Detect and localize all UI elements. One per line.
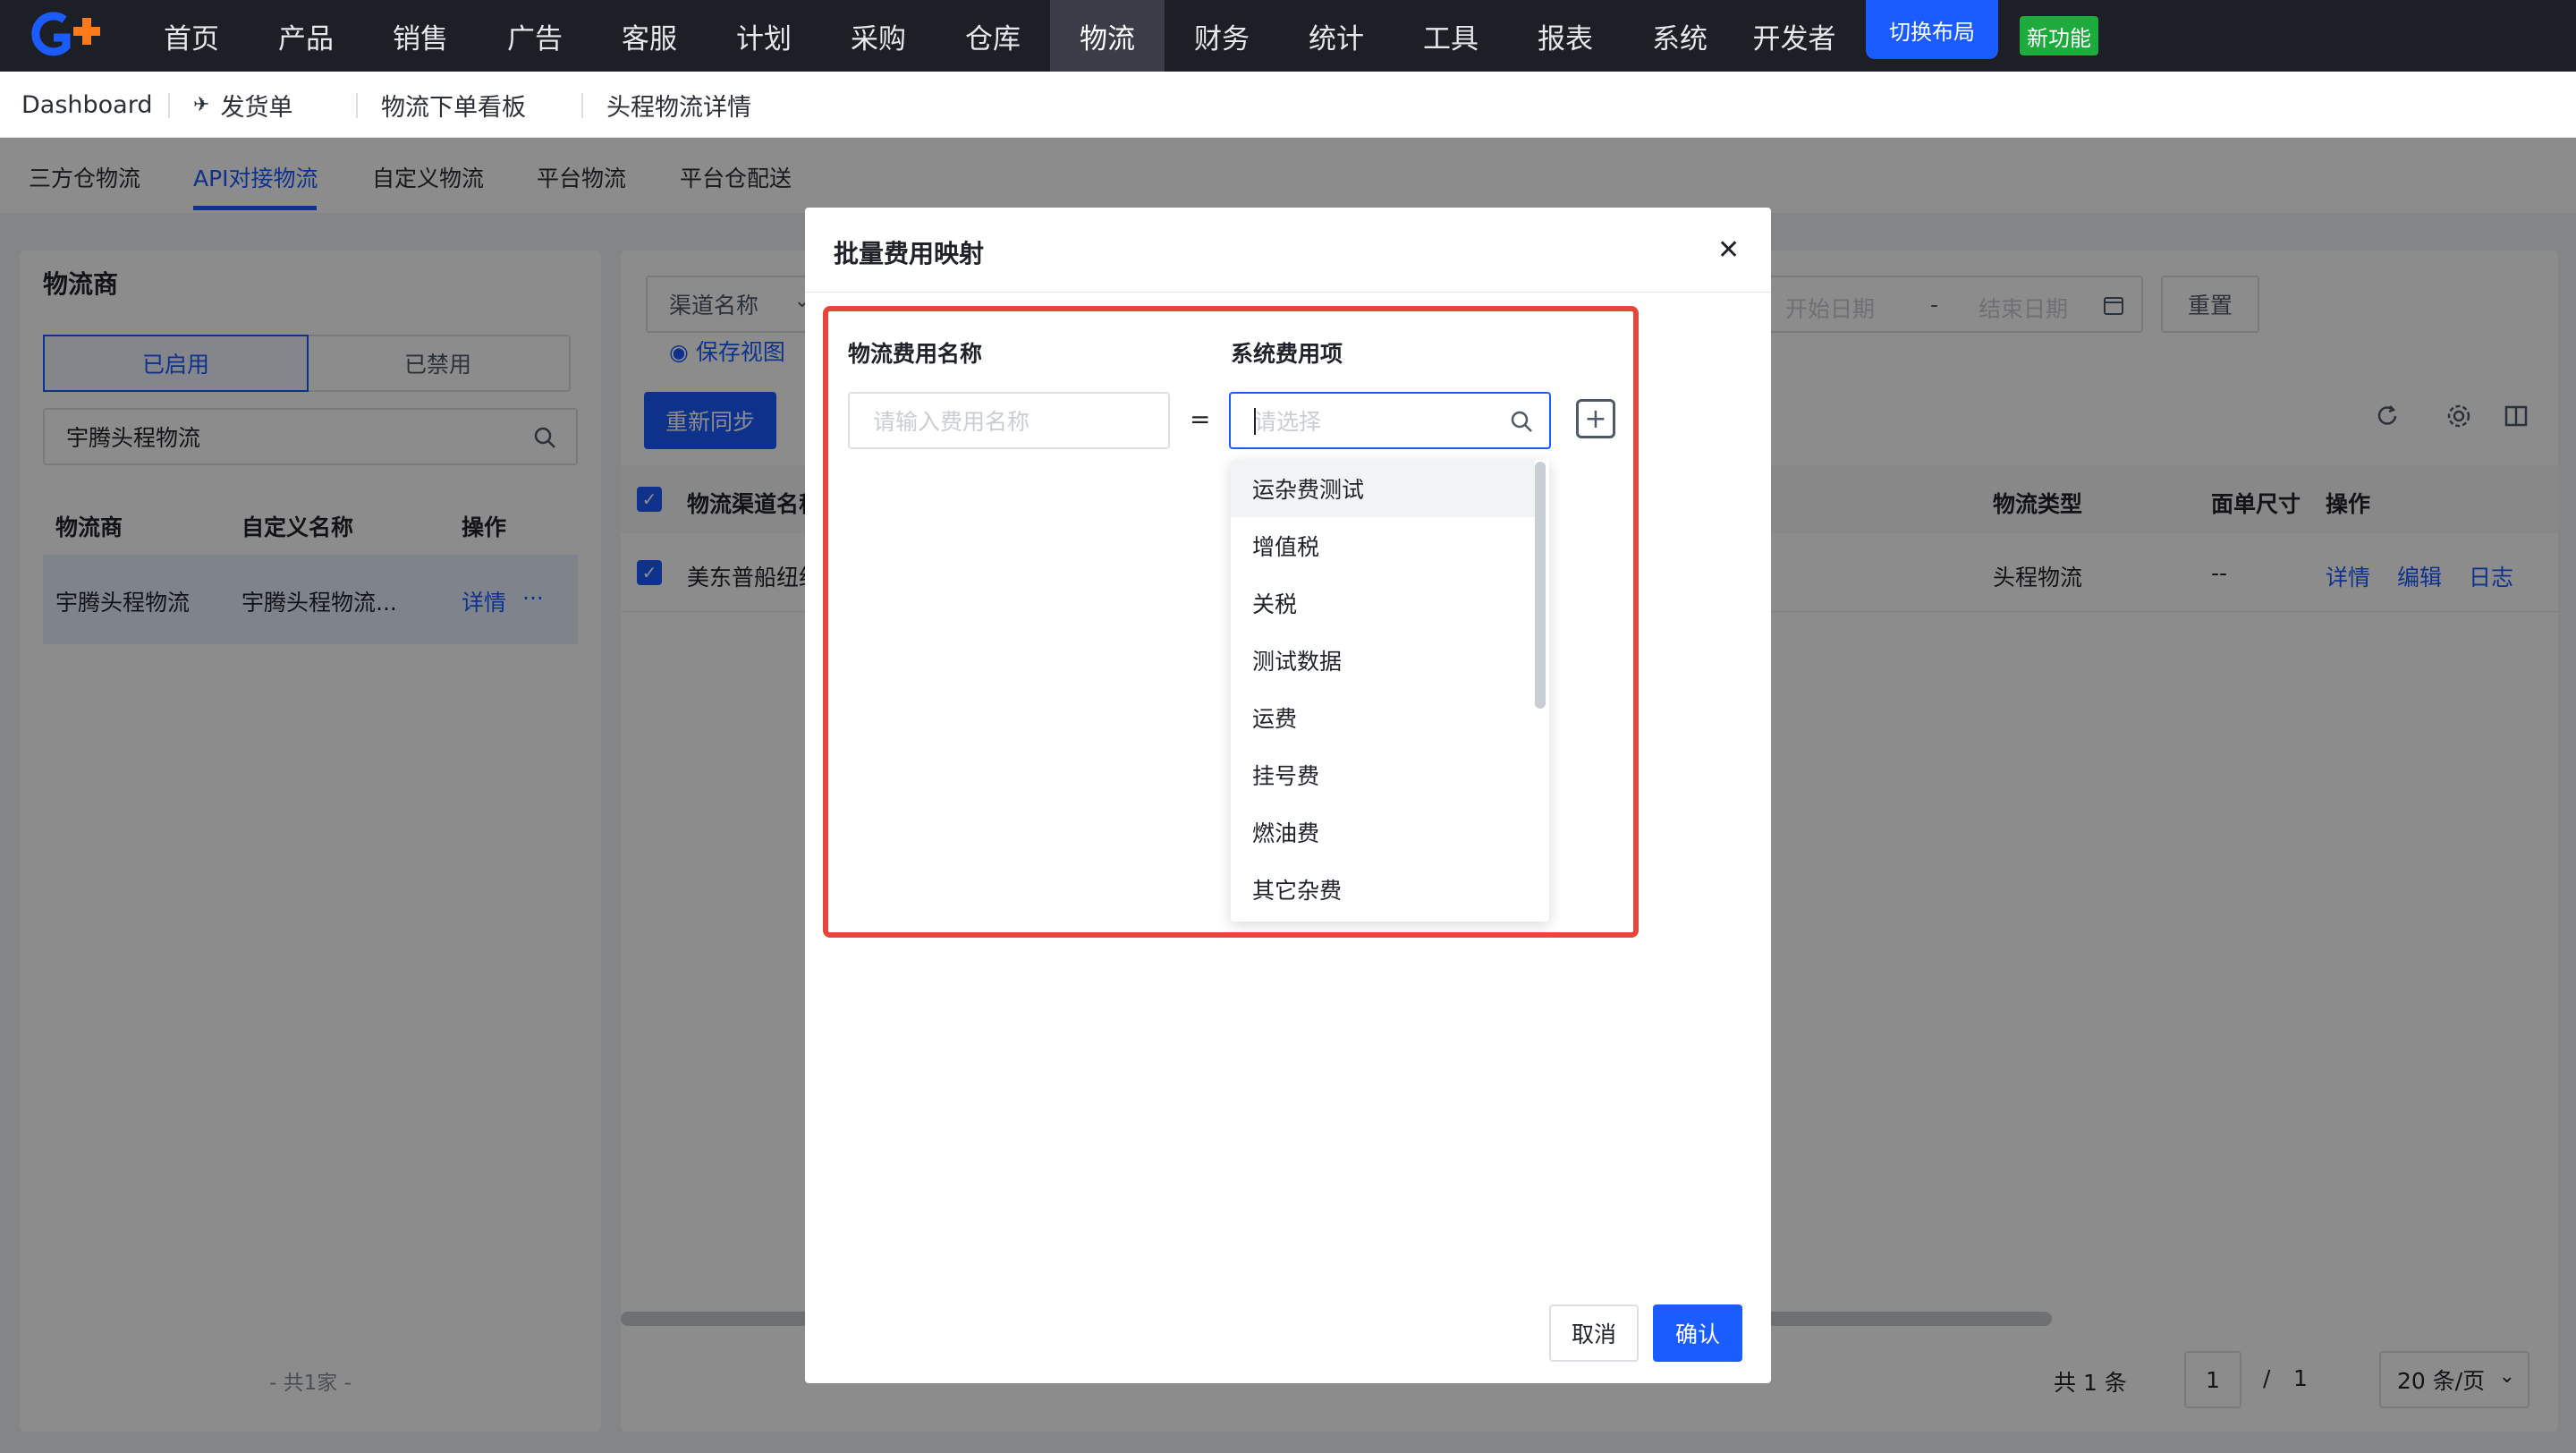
nav-item[interactable]: 物流 <box>1050 0 1165 72</box>
tab-logistics-board[interactable]: 物流下单看板 <box>381 72 526 138</box>
nav-item[interactable]: 首页 <box>134 0 249 72</box>
highlight-box <box>823 306 1639 938</box>
nav-item[interactable]: 报表 <box>1508 0 1623 72</box>
close-icon[interactable]: ✕ <box>1717 234 1740 266</box>
tab-separator <box>356 93 358 118</box>
nav-item[interactable]: 采购 <box>821 0 936 72</box>
tab-headhaul-detail[interactable]: 头程物流详情 <box>606 72 751 138</box>
nav-item[interactable]: 财务 <box>1165 0 1279 72</box>
nav-item[interactable]: 产品 <box>249 0 363 72</box>
page-tabs: Dashboard ✈ 发货单 物流下单看板 头程物流详情 <box>0 72 2576 138</box>
pin-icon: ✈ <box>193 93 210 116</box>
nav-item[interactable]: 统计 <box>1279 0 1394 72</box>
switch-layout-button[interactable]: 切换布局 <box>1866 0 1998 59</box>
nav-item[interactable]: 计划 <box>707 0 821 72</box>
main-nav: 首页 产品 销售 广告 客服 计划 采购 仓库 物流 财务 统计 工具 报表 系统 开发者 <box>134 0 1852 72</box>
nav-item[interactable]: 系统 <box>1623 0 1737 72</box>
batch-fee-mapping-dialog: 批量费用映射 ✕ 物流费用名称 系统费用项 请输入费用名称 = 请选择 + 运杂… <box>805 208 1771 1383</box>
top-nav-bar: 首页 产品 销售 广告 客服 计划 采购 仓库 物流 财务 统计 工具 报表 系统 开发者 切换布局 新功能 <box>0 0 2576 72</box>
cancel-button[interactable]: 取消 <box>1549 1304 1639 1362</box>
confirm-button[interactable]: 确认 <box>1653 1304 1742 1362</box>
tab-separator <box>581 93 583 118</box>
nav-item[interactable]: 客服 <box>592 0 707 72</box>
tab-separator <box>168 93 170 118</box>
tab-dashboard[interactable]: Dashboard <box>21 72 152 138</box>
nav-item[interactable]: 开发者 <box>1737 0 1852 72</box>
app-logo[interactable] <box>0 0 134 72</box>
new-feature-button[interactable]: 新功能 <box>2020 16 2098 55</box>
nav-item[interactable]: 广告 <box>478 0 592 72</box>
nav-item[interactable]: 工具 <box>1394 0 1508 72</box>
tab-shipment[interactable]: ✈ 发货单 <box>193 72 292 138</box>
nav-item[interactable]: 仓库 <box>936 0 1050 72</box>
dialog-divider <box>805 292 1771 293</box>
dialog-title: 批量费用映射 <box>834 239 985 268</box>
nav-item[interactable]: 销售 <box>363 0 478 72</box>
tab-label: 发货单 <box>220 93 293 122</box>
